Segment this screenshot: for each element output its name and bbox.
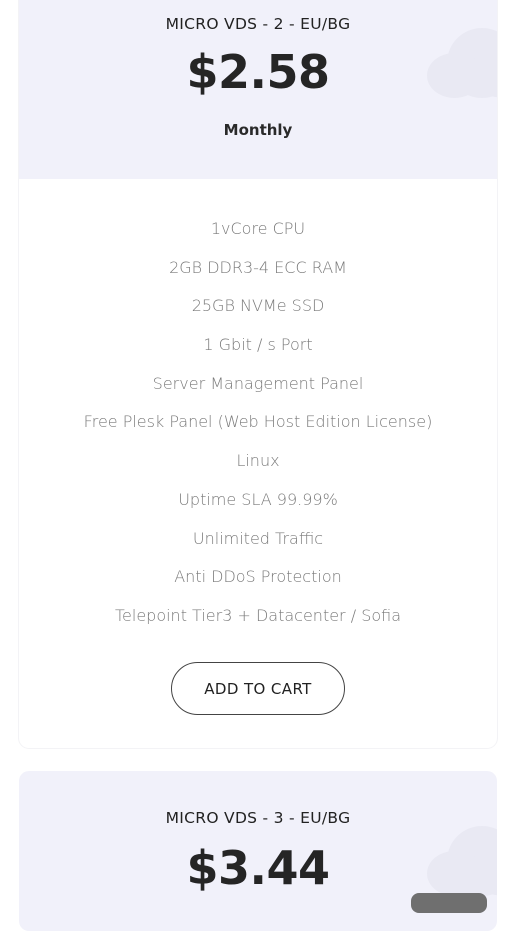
feature-item: 1vCore CPU <box>210 219 306 238</box>
pricing-card-header: MICRO VDS - 2 - EU/BG $2.58 Monthly <box>19 0 497 179</box>
feature-item: 25GB NVMe SSD <box>191 296 325 316</box>
feature-item: Free Plesk Panel (Web Host Edition Licen… <box>83 412 433 432</box>
pricing-card-micro-vds-2: MICRO VDS - 2 - EU/BG $2.58 Monthly 1vCo… <box>19 0 497 748</box>
feature-item: Anti DDoS Protection <box>174 567 342 587</box>
plan-price: $3.44 <box>186 841 330 895</box>
plan-price: $2.58 <box>186 45 330 99</box>
plan-name: MICRO VDS - 3 - EU/BG <box>165 809 351 827</box>
feature-item: Server Management Panel <box>152 373 364 393</box>
popular-badge <box>411 893 487 913</box>
add-to-cart-button[interactable]: ADD TO CART <box>171 662 345 715</box>
feature-list: 1vCore CPU 2GB DDR3-4 ECC RAM 25GB NVMe … <box>19 218 497 644</box>
billing-period: Monthly <box>223 121 293 139</box>
feature-item: 1 Gbit / s Port <box>203 335 313 355</box>
plan-name: MICRO VDS - 2 - EU/BG <box>165 15 351 33</box>
feature-item: Unlimited Traffic <box>192 528 324 548</box>
feature-item: 2GB DDR3-4 ECC RAM <box>169 257 347 277</box>
feature-item: Uptime SLA 99.99% <box>178 489 338 509</box>
feature-item: Telepoint Tier3 + Datacenter / Sofia <box>114 605 402 625</box>
feature-item: Linux <box>236 451 280 471</box>
